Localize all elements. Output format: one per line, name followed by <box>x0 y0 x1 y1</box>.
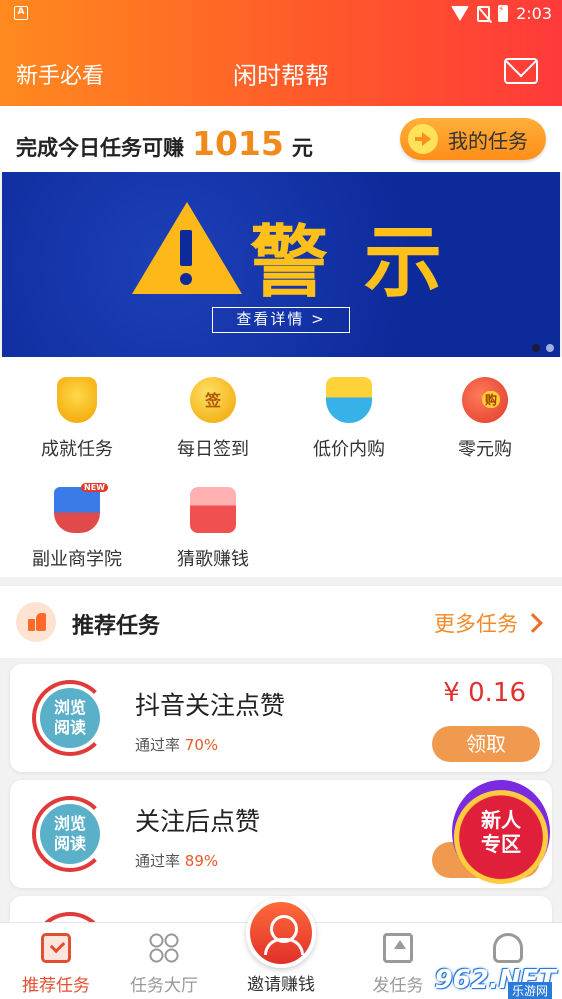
app-title: 闲时帮帮 <box>233 62 329 90</box>
rate-value: 89% <box>184 852 219 870</box>
category-label: 每日签到 <box>177 439 249 460</box>
arrow-right-icon <box>408 124 438 154</box>
more-tasks-link[interactable]: 更多任务 <box>434 608 543 638</box>
clock: 2:03 <box>516 4 552 23</box>
category-guess-song[interactable]: 猜歌赚钱 <box>143 487 283 571</box>
carousel-dot[interactable] <box>546 344 554 352</box>
category-daily-sign-in[interactable]: 每日签到 <box>143 377 283 461</box>
my-tasks-button[interactable]: 我的任务 <box>400 118 546 160</box>
my-tasks-label: 我的任务 <box>448 128 528 153</box>
category-achievement[interactable]: 成就任务 <box>7 377 147 461</box>
carousel-dots <box>532 344 554 352</box>
earn-unit: 元 <box>291 136 313 160</box>
tab-label: 推荐任务 <box>22 976 90 996</box>
app-header: A 2:03 新手必看 闲时帮帮 <box>0 0 562 106</box>
thumbs-up-icon <box>16 602 56 642</box>
guess-song-envelope-icon <box>190 487 236 533</box>
grid-icon <box>149 933 179 963</box>
rate-value: 70% <box>184 736 219 754</box>
category-grid: 成就任务 每日签到 低价内购 零元购 副业商学院 猜歌赚钱 <box>0 357 562 577</box>
notification-icon: A <box>14 6 28 20</box>
browse-read-badge: 浏览 阅读 <box>32 796 108 872</box>
tab-label: 任务大厅 <box>130 976 198 996</box>
recommended-title: 推荐任务 <box>72 614 161 639</box>
earn-prefix: 完成今日任务可赚 <box>16 136 184 160</box>
badge-text: 浏览 阅读 <box>40 804 100 864</box>
category-label: 副业商学院 <box>32 549 122 570</box>
badge-line: 浏览 <box>53 698 86 717</box>
task-card[interactable]: 浏览 阅读 抖音关注点赞 通过率 70% ¥ 0.16 领取 <box>10 664 552 772</box>
badge-text: 浏览 阅读 <box>40 688 100 748</box>
mail-icon[interactable] <box>504 58 538 84</box>
rate-label: 通过率 <box>135 736 181 754</box>
status-icons: 2:03 <box>451 4 552 23</box>
task-check-icon <box>41 933 71 963</box>
tab-me[interactable] <box>452 923 562 971</box>
category-label: 低价内购 <box>313 439 385 460</box>
tab-recommend[interactable]: 推荐任务 <box>0 923 112 996</box>
status-bar: A 2:03 <box>0 0 562 30</box>
newbie-line: 专区 <box>481 832 521 856</box>
task-name: 关注后点赞 <box>135 807 261 836</box>
category-low-price[interactable]: 低价内购 <box>279 377 419 461</box>
chevron-right-icon <box>523 613 543 633</box>
daily-earn-text: 完成今日任务可赚 1015 元 <box>16 124 313 163</box>
upload-icon <box>383 933 413 963</box>
discount-shopping-icon <box>326 377 372 423</box>
trophy-icon <box>57 377 97 423</box>
task-price: ¥ 0.16 <box>443 678 526 708</box>
sign-in-coin-icon <box>190 377 236 423</box>
more-tasks-label: 更多任务 <box>434 612 518 636</box>
claim-button[interactable]: 领取 <box>432 726 540 762</box>
wifi-icon <box>451 6 470 21</box>
no-sim-icon <box>477 5 491 22</box>
exclamation-icon <box>177 230 195 288</box>
browse-read-badge: 浏览 阅读 <box>32 680 108 756</box>
warning-banner[interactable]: 警示 查看详情 > <box>2 172 560 357</box>
task-pass-rate: 通过率 70% <box>135 734 218 755</box>
newbie-zone-float[interactable]: 新人 专区 <box>452 780 550 884</box>
category-label: 成就任务 <box>41 439 113 460</box>
task-pass-rate: 通过率 89% <box>135 850 218 871</box>
invite-users-icon[interactable] <box>246 898 316 968</box>
graduation-cap-icon <box>54 483 108 533</box>
banner-details-button[interactable]: 查看详情 > <box>212 307 350 333</box>
zero-yuan-buy-icon <box>462 377 508 423</box>
rate-label: 通过率 <box>135 852 181 870</box>
earn-amount: 1015 <box>192 124 284 163</box>
category-zero-yuan[interactable]: 零元购 <box>415 377 555 461</box>
badge-line: 浏览 <box>53 814 86 833</box>
badge-line: 阅读 <box>53 834 86 853</box>
task-name: 抖音关注点赞 <box>135 691 286 720</box>
category-business-school[interactable]: 副业商学院 <box>7 483 147 571</box>
user-icon <box>493 933 523 963</box>
badge-line: 阅读 <box>53 718 86 737</box>
carousel-dot[interactable] <box>532 344 540 352</box>
watermark-sub: 乐游网 <box>507 982 552 999</box>
category-label: 零元购 <box>458 439 512 460</box>
daily-earn-row: 完成今日任务可赚 1015 元 我的任务 <box>0 106 562 172</box>
battery-charging-icon <box>498 5 509 22</box>
banner-title: 警示 <box>250 218 479 308</box>
category-label: 猜歌赚钱 <box>177 549 249 570</box>
recommended-header: 推荐任务 更多任务 <box>0 586 562 658</box>
newbie-line: 新人 <box>481 808 521 832</box>
newbie-zone-text: 新人 专区 <box>452 808 550 856</box>
tab-invite-label[interactable]: 邀请赚钱 <box>221 970 341 995</box>
tab-task-hall[interactable]: 任务大厅 <box>108 923 220 996</box>
